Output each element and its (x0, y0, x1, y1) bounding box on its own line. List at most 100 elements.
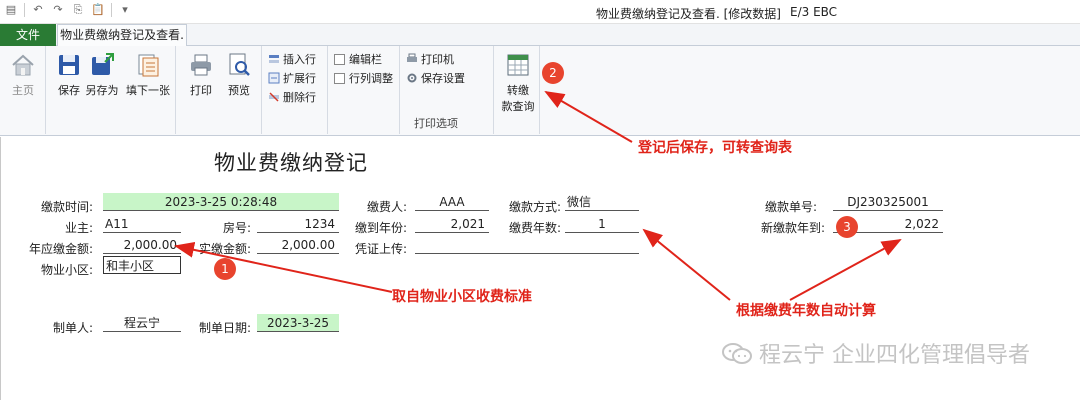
actual-paid-label: 实缴金额: (198, 242, 251, 256)
receipt-no-field[interactable]: DJ230325001 (833, 193, 943, 211)
save-settings-label: 保存设置 (421, 72, 465, 85)
payment-time-field[interactable]: 2023-3-25 0:28:48 (103, 193, 339, 211)
ribbon-group-transfer: 转缴 款查询 (494, 46, 540, 134)
expand-row-icon (268, 72, 280, 84)
paid-to-year-label: 缴到年份: (354, 221, 407, 235)
preview-icon (229, 53, 250, 76)
qat-separator (111, 3, 112, 17)
save-label: 保存 (58, 84, 80, 97)
expand-row-button[interactable]: 扩展行 (268, 70, 316, 87)
printer-small-icon (407, 53, 417, 62)
home-label: 主页 (12, 84, 34, 97)
save-as-icon (92, 53, 114, 75)
tab-main[interactable]: 物业费缴纳登记及查看. (57, 24, 187, 47)
settings-icon (407, 73, 417, 83)
watermark-text: 程云宁 企业四化管理倡导者 (759, 343, 1030, 368)
form-area: 物业费缴纳登记 缴款时间: 2023-3-25 0:28:48 缴费人: AAA… (0, 137, 1080, 400)
save-icon (59, 55, 79, 75)
edit-bar-checkbox[interactable]: 编辑栏 (334, 51, 382, 68)
print-button[interactable]: 打印 (184, 52, 218, 98)
room-field[interactable]: 1234 (257, 215, 339, 233)
edit-bar-check[interactable] (334, 54, 345, 65)
paid-to-year-field[interactable]: 2,021 (415, 215, 489, 233)
ribbon: 主页 保存 另存为 填下一张 打印 预览 插入行 扩展行 删除行 编辑栏 行列调… (0, 46, 1080, 136)
printer-button[interactable]: 打印机 (406, 51, 454, 68)
row-col-adjust-checkbox[interactable]: 行列调整 (334, 70, 393, 87)
app-menu-icon[interactable]: ▤ (4, 3, 18, 17)
community-label: 物业小区: (40, 263, 93, 277)
marker-2: 2 (542, 62, 564, 84)
expand-row-label: 扩展行 (283, 72, 316, 85)
voucher-field[interactable] (415, 236, 639, 254)
ribbon-group-print-options: 打印机 保存设置 打印选项 (400, 46, 494, 134)
save-as-button[interactable]: 另存为 (84, 52, 120, 98)
insert-row-icon (269, 55, 279, 63)
ribbon-group-print: 打印 预览 (176, 46, 262, 134)
transfer-label-1: 转缴 (507, 84, 529, 97)
fill-next-button[interactable]: 填下一张 (124, 52, 172, 98)
transfer-query-button[interactable]: 转缴 款查询 (500, 52, 536, 114)
printer-icon (191, 54, 211, 76)
row-col-adjust-check[interactable] (334, 73, 345, 84)
make-date-field[interactable]: 2023-3-25 (257, 314, 339, 332)
ribbon-group-save: 保存 另存为 填下一张 (46, 46, 176, 134)
community-field[interactable]: 和丰小区 (103, 256, 181, 274)
years-field[interactable]: 1 (565, 215, 639, 233)
payment-method-label: 缴款方式: (508, 200, 561, 214)
maker-label: 制单人: (52, 321, 93, 335)
payer-field[interactable]: AAA (415, 193, 489, 211)
delete-row-button[interactable]: 删除行 (268, 89, 316, 106)
printer-label: 打印机 (421, 53, 454, 66)
save-button[interactable]: 保存 (52, 52, 86, 98)
app-name: E/3 EBC (790, 5, 838, 19)
qat-separator (24, 3, 25, 17)
years-label: 缴费年数: (508, 221, 561, 235)
fill-next-icon (138, 54, 159, 77)
receipt-no-label: 缴款单号: (764, 200, 817, 214)
make-date-label: 制单日期: (198, 321, 251, 335)
form-title: 物业费缴纳登记 (214, 151, 368, 175)
payment-method-field[interactable]: 微信 (565, 193, 639, 211)
new-paid-to-label: 新缴款年到: (760, 221, 825, 235)
customize-qat-icon[interactable]: ▾ (118, 3, 132, 17)
edit-bar-label: 编辑栏 (349, 53, 382, 66)
print-options-group-label: 打印选项 (414, 117, 458, 130)
save-settings-button[interactable]: 保存设置 (406, 70, 465, 87)
note-community-standard: 取自物业小区收费标准 (392, 289, 532, 305)
home-button[interactable]: 主页 (6, 52, 40, 98)
annual-due-field[interactable]: 2,000.00 (103, 236, 181, 254)
voucher-label: 凭证上传: (354, 242, 407, 256)
quick-access-toolbar: ▤ ↶ ↷ ⎘ 📋 ▾ (4, 3, 132, 17)
ribbon-group-home: 主页 (0, 46, 46, 134)
ribbon-group-rows: 插入行 扩展行 删除行 (262, 46, 328, 134)
actual-paid-field[interactable]: 2,000.00 (257, 236, 339, 254)
note-auto-calc: 根据缴费年数自动计算 (736, 303, 876, 319)
table-query-icon (507, 54, 529, 76)
marker-1: 1 (214, 258, 236, 280)
undo-icon[interactable]: ↶ (31, 3, 45, 17)
home-icon (12, 54, 34, 76)
annual-due-label: 年应缴金额: (28, 242, 93, 256)
owner-field[interactable]: A11 (103, 215, 181, 233)
watermark: 程云宁 企业四化管理倡导者 (721, 337, 1030, 369)
paste-icon[interactable]: 📋 (91, 3, 105, 17)
title-bar: ▤ ↶ ↷ ⎘ 📋 ▾ 物业费缴纳登记及查看. [修改数据] E/3 EBC (0, 0, 1080, 24)
wechat-icon (722, 343, 752, 364)
fill-next-label: 填下一张 (126, 84, 170, 97)
ribbon-tab-row: 文件 物业费缴纳登记及查看. (0, 24, 1080, 47)
redo-icon[interactable]: ↷ (51, 3, 65, 17)
room-label: 房号: (222, 221, 251, 235)
transfer-label-2: 款查询 (501, 100, 535, 113)
payment-time-label: 缴款时间: (40, 200, 93, 214)
marker-3: 3 (836, 216, 858, 238)
payer-label: 缴费人: (366, 200, 407, 214)
copy-icon[interactable]: ⎘ (71, 3, 85, 17)
insert-row-button[interactable]: 插入行 (268, 51, 316, 68)
preview-button[interactable]: 预览 (222, 52, 256, 98)
delete-row-label: 删除行 (283, 91, 316, 104)
tab-file[interactable]: 文件 (0, 24, 56, 46)
maker-field[interactable]: 程云宁 (103, 314, 181, 332)
insert-row-label: 插入行 (283, 53, 316, 66)
preview-label: 预览 (228, 84, 250, 97)
note-save-transfer: 登记后保存，可转查询表 (638, 140, 792, 156)
